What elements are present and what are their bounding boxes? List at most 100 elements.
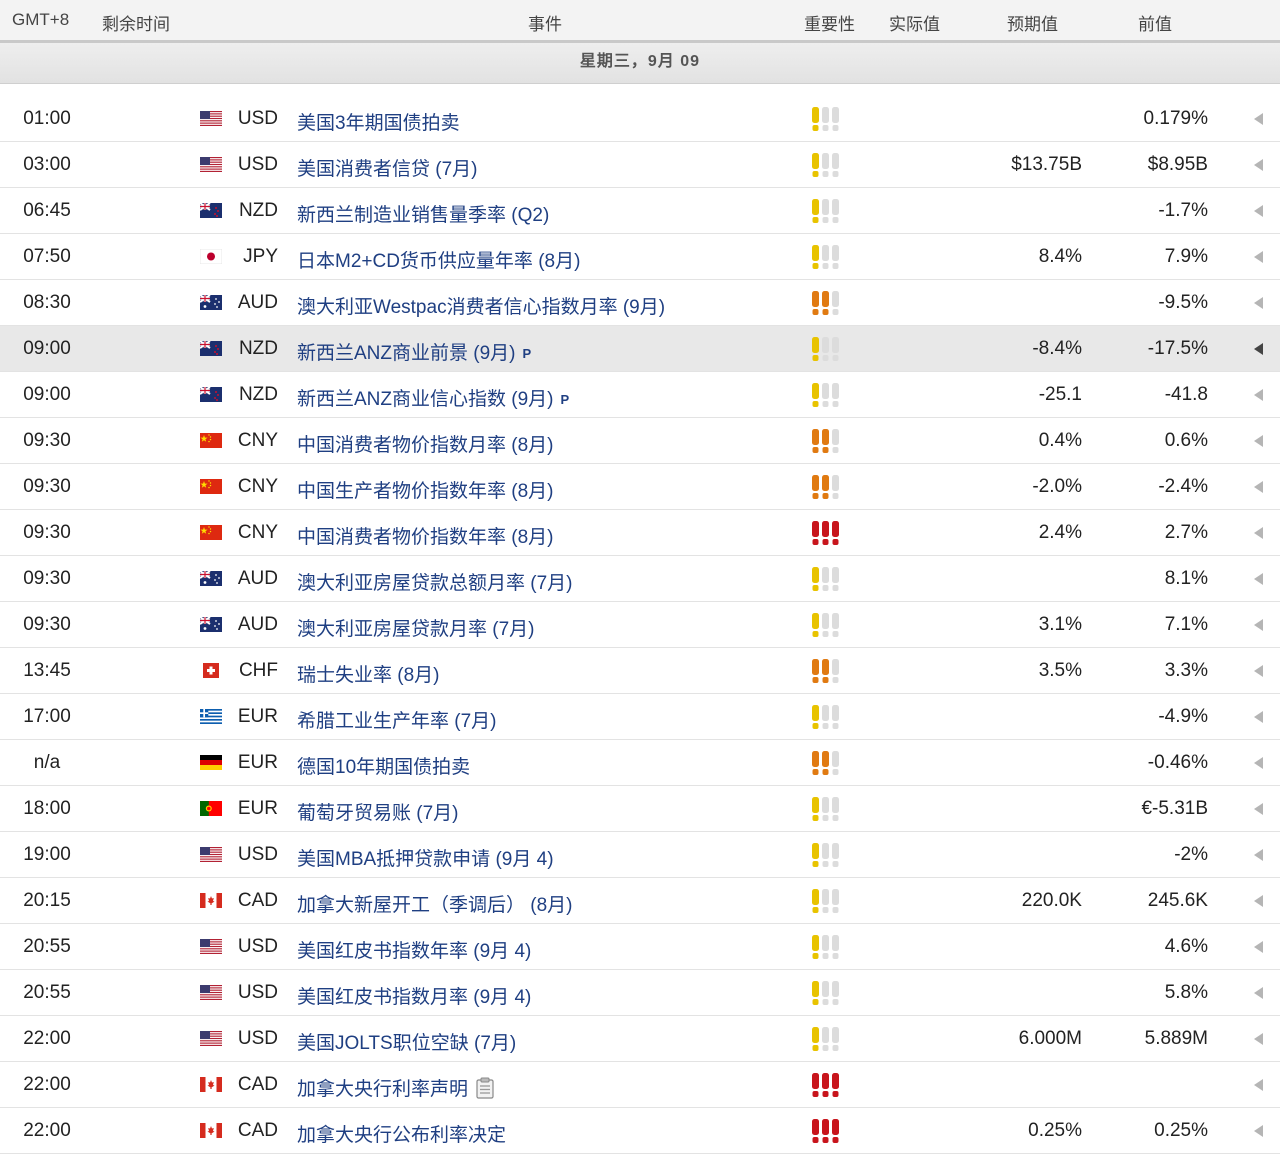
event-link[interactable]: 新西兰ANZ商业前景 (9月) P — [297, 338, 531, 365]
expand-arrow-icon[interactable] — [1252, 480, 1264, 494]
event-row[interactable]: 22:00 CAD 加拿大央行利率声明 — [0, 1062, 1280, 1108]
event-row[interactable]: 13:45 CHF 瑞士失业率 (8月) 3.5% 3.3% — [0, 648, 1280, 694]
event-title[interactable]: 美国红皮书指数年率 (9月 4) — [297, 941, 531, 962]
au-flag-icon — [200, 571, 222, 586]
event-link[interactable]: 加拿大央行利率声明 — [297, 1074, 494, 1105]
event-link[interactable]: 美国红皮书指数年率 (9月 4) — [297, 936, 531, 963]
expand-arrow-icon[interactable] — [1252, 158, 1264, 172]
event-row[interactable]: 09:30 CNY 中国消费者物价指数年率 (8月) 2.4% 2.7% — [0, 510, 1280, 556]
expand-arrow-icon[interactable] — [1252, 848, 1264, 862]
event-title[interactable]: 瑞士失业率 (8月) — [297, 665, 440, 686]
event-link[interactable]: 加拿大央行公布利率决定 — [297, 1120, 506, 1147]
expand-arrow-icon[interactable] — [1252, 204, 1264, 218]
event-row[interactable]: 20:55 USD 美国红皮书指数月率 (9月 4) 5.8% — [0, 970, 1280, 1016]
event-title[interactable]: 新西兰制造业销售量季率 (Q2) — [297, 205, 549, 226]
event-link[interactable]: 加拿大新屋开工（季调后） (8月) — [297, 890, 573, 917]
expand-arrow-icon[interactable] — [1252, 710, 1264, 724]
event-title[interactable]: 美国3年期国债拍卖 — [297, 113, 460, 134]
event-title[interactable]: 美国MBA抵押贷款申请 (9月 4) — [297, 849, 554, 870]
expand-arrow-icon[interactable] — [1252, 618, 1264, 632]
expand-arrow-icon[interactable] — [1252, 986, 1264, 1000]
expand-arrow-icon[interactable] — [1252, 894, 1264, 908]
event-row[interactable]: 07:50 JPY 日本M2+CD货币供应量年率 (8月) 8.4% 7.9% — [0, 234, 1280, 280]
expand-arrow-icon[interactable] — [1252, 388, 1264, 402]
event-link[interactable]: 美国3年期国债拍卖 — [297, 108, 460, 135]
event-row[interactable]: 18:00 EUR 葡萄牙贸易账 (7月) €-5.31B — [0, 786, 1280, 832]
event-title[interactable]: 加拿大新屋开工（季调后） (8月) — [297, 895, 573, 916]
event-link[interactable]: 中国消费者物价指数年率 (8月) — [297, 522, 554, 549]
event-link[interactable]: 新西兰ANZ商业信心指数 (9月) P — [297, 384, 569, 411]
currency-code: CNY — [237, 476, 278, 497]
event-row[interactable]: 19:00 USD 美国MBA抵押贷款申请 (9月 4) -2% — [0, 832, 1280, 878]
document-icon[interactable] — [476, 1077, 494, 1105]
event-title[interactable]: 新西兰ANZ商业信心指数 (9月) — [297, 389, 554, 410]
event-row[interactable]: 09:30 AUD 澳大利亚房屋贷款总额月率 (7月) 8.1% — [0, 556, 1280, 602]
expand-arrow-icon[interactable] — [1252, 1032, 1264, 1046]
event-title[interactable]: 中国生产者物价指数年率 (8月) — [297, 481, 554, 502]
event-link[interactable]: 美国MBA抵押贷款申请 (9月 4) — [297, 844, 554, 871]
expand-arrow-icon[interactable] — [1252, 664, 1264, 678]
event-link[interactable]: 新西兰制造业销售量季率 (Q2) — [297, 200, 549, 227]
event-title[interactable]: 新西兰ANZ商业前景 (9月) — [297, 343, 516, 364]
event-title[interactable]: 加拿大央行利率声明 — [297, 1079, 468, 1100]
event-row[interactable]: 06:45 NZD 新西兰制造业销售量季率 (Q2) -1.7% — [0, 188, 1280, 234]
event-title[interactable]: 葡萄牙贸易账 (7月) — [297, 803, 459, 824]
event-link[interactable]: 德国10年期国债拍卖 — [297, 752, 470, 779]
expand-arrow-icon[interactable] — [1252, 342, 1264, 356]
event-title[interactable]: 澳大利亚房屋贷款月率 (7月) — [297, 619, 535, 640]
event-row[interactable]: 03:00 USD 美国消费者信贷 (7月) $13.75B $8.95B — [0, 142, 1280, 188]
event-row[interactable]: 09:30 CNY 中国生产者物价指数年率 (8月) -2.0% -2.4% — [0, 464, 1280, 510]
event-link[interactable]: 澳大利亚Westpac消费者信心指数月率 (9月) — [297, 292, 665, 319]
event-link[interactable]: 葡萄牙贸易账 (7月) — [297, 798, 459, 825]
event-link[interactable]: 美国红皮书指数月率 (9月 4) — [297, 982, 531, 1009]
actual-header: 实际值 — [889, 15, 940, 34]
event-row[interactable]: 17:00 EUR 希腊工业生产年率 (7月) -4.9% — [0, 694, 1280, 740]
event-title[interactable]: 中国消费者物价指数月率 (8月) — [297, 435, 554, 456]
event-row[interactable]: n/a EUR 德国10年期国债拍卖 -0.46% — [0, 740, 1280, 786]
expand-arrow-icon[interactable] — [1252, 940, 1264, 954]
event-title[interactable]: 美国消费者信贷 (7月) — [297, 159, 478, 180]
event-link[interactable]: 中国消费者物价指数月率 (8月) — [297, 430, 554, 457]
event-link[interactable]: 澳大利亚房屋贷款月率 (7月) — [297, 614, 535, 641]
event-row[interactable]: 20:15 CAD 加拿大新屋开工（季调后） (8月) 220.0K 245.6K — [0, 878, 1280, 924]
event-title[interactable]: 日本M2+CD货币供应量年率 (8月) — [297, 251, 580, 272]
currency-code: CAD — [237, 1120, 278, 1141]
event-link[interactable]: 瑞士失业率 (8月) — [297, 660, 440, 687]
expand-arrow-icon[interactable] — [1252, 112, 1264, 126]
expand-arrow-icon[interactable] — [1252, 1078, 1264, 1092]
expand-arrow-icon[interactable] — [1252, 434, 1264, 448]
timezone-header[interactable]: GMT+8 — [12, 10, 69, 30]
event-title[interactable]: 澳大利亚Westpac消费者信心指数月率 (9月) — [297, 297, 665, 318]
importance-icon — [810, 658, 844, 684]
event-title[interactable]: 澳大利亚房屋贷款总额月率 (7月) — [297, 573, 573, 594]
event-time: n/a — [33, 752, 61, 773]
event-row[interactable]: 22:00 CAD 加拿大央行公布利率决定 0.25% 0.25% — [0, 1108, 1280, 1154]
expand-arrow-icon[interactable] — [1252, 756, 1264, 770]
expand-arrow-icon[interactable] — [1252, 526, 1264, 540]
event-title[interactable]: 美国红皮书指数月率 (9月 4) — [297, 987, 531, 1008]
event-row[interactable]: 08:30 AUD 澳大利亚Westpac消费者信心指数月率 (9月) -9.5% — [0, 280, 1280, 326]
previous-value: 7.9% — [1164, 246, 1208, 267]
event-link[interactable]: 美国JOLTS职位空缺 (7月) — [297, 1028, 516, 1055]
event-title[interactable]: 中国消费者物价指数年率 (8月) — [297, 527, 554, 548]
expand-arrow-icon[interactable] — [1252, 802, 1264, 816]
event-row[interactable]: 09:00 NZD 新西兰ANZ商业前景 (9月) P -8.4% -17.5% — [0, 326, 1280, 372]
expand-arrow-icon[interactable] — [1252, 572, 1264, 586]
event-link[interactable]: 中国生产者物价指数年率 (8月) — [297, 476, 554, 503]
event-title[interactable]: 美国JOLTS职位空缺 (7月) — [297, 1033, 516, 1054]
currency-code: USD — [237, 1028, 278, 1049]
event-link[interactable]: 日本M2+CD货币供应量年率 (8月) — [297, 246, 580, 273]
expand-arrow-icon[interactable] — [1252, 296, 1264, 310]
event-link[interactable]: 美国消费者信贷 (7月) — [297, 154, 478, 181]
event-row[interactable]: 09:30 CNY 中国消费者物价指数月率 (8月) 0.4% 0.6% — [0, 418, 1280, 464]
event-row[interactable]: 22:00 USD 美国JOLTS职位空缺 (7月) 6.000M 5.889M — [0, 1016, 1280, 1062]
event-row[interactable]: 09:30 AUD 澳大利亚房屋贷款月率 (7月) 3.1% 7.1% — [0, 602, 1280, 648]
event-title[interactable]: 希腊工业生产年率 (7月) — [297, 711, 497, 732]
event-link[interactable]: 澳大利亚房屋贷款总额月率 (7月) — [297, 568, 573, 595]
event-title[interactable]: 德国10年期国债拍卖 — [297, 757, 470, 778]
event-link[interactable]: 希腊工业生产年率 (7月) — [297, 706, 497, 733]
event-row[interactable]: 01:00 USD 美国3年期国债拍卖 0.179% — [0, 96, 1280, 142]
event-row[interactable]: 20:55 USD 美国红皮书指数年率 (9月 4) 4.6% — [0, 924, 1280, 970]
expand-arrow-icon[interactable] — [1252, 250, 1264, 264]
event-row[interactable]: 09:00 NZD 新西兰ANZ商业信心指数 (9月) P -25.1 -41.8 — [0, 372, 1280, 418]
